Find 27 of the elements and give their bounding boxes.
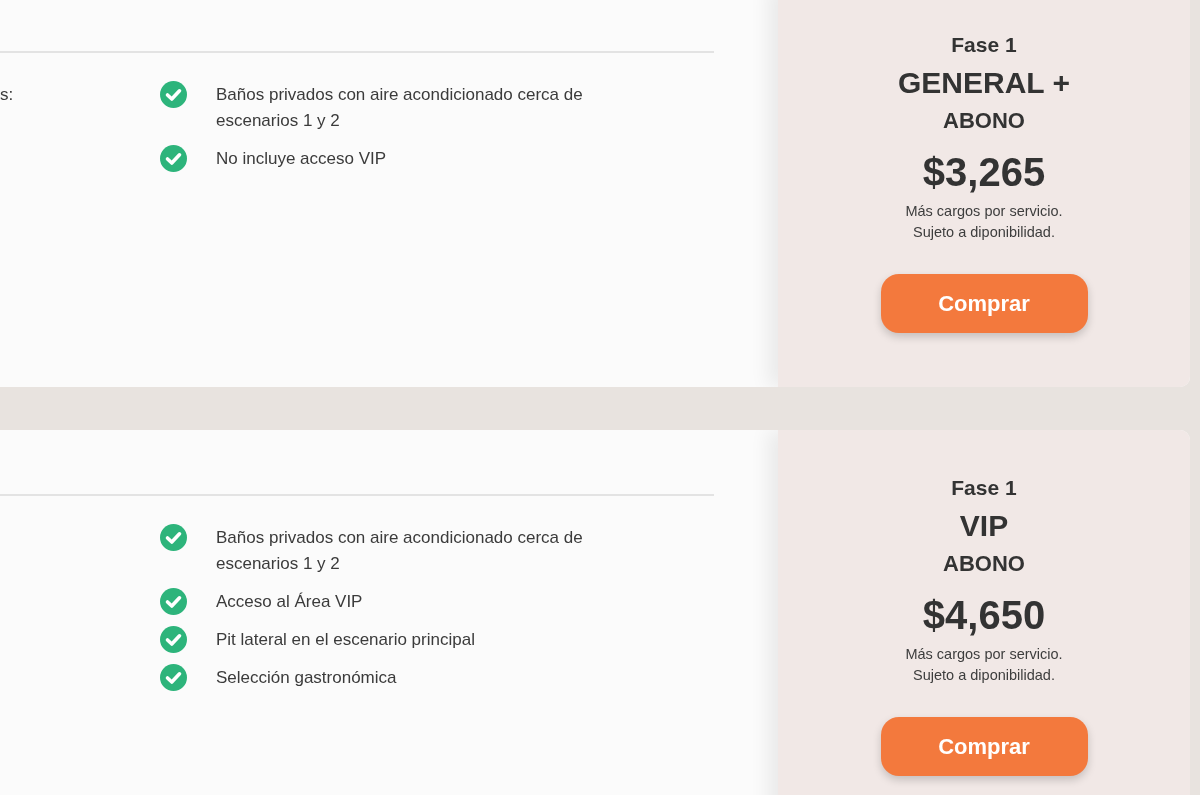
fee-note: Sujeto a diponibilidad.: [913, 666, 1055, 685]
benefits-label: s:: [0, 84, 14, 106]
price: $3,265: [922, 149, 1046, 195]
fee-note: Más cargos por servicio.: [905, 202, 1063, 221]
buy-button[interactable]: Comprar: [880, 274, 1088, 333]
ticket-name: VIP: [959, 508, 1009, 544]
feature-text: Acceso al Área VIP: [216, 591, 364, 613]
fee-note: Más cargos por servicio.: [905, 645, 1063, 664]
feature-text: Baños privados con aire acondicionado cerca de escenarios 1 y 2: [216, 527, 584, 575]
check-icon: [160, 588, 187, 615]
check-icon: [160, 626, 187, 653]
phase-label: Fase 1: [951, 32, 1017, 58]
price: $4,650: [922, 592, 1046, 638]
buy-button[interactable]: Comprar: [880, 717, 1088, 776]
check-icon: [160, 81, 187, 108]
ticket-type: ABONO: [943, 107, 1025, 135]
check-icon: [160, 664, 187, 691]
feature-text: Pit lateral en el escenario principal: [216, 629, 476, 651]
feature-text: Selección gastronómica: [216, 667, 398, 689]
feature-text: Baños privados con aire acondicionado cerca de escenarios 1 y 2: [216, 84, 584, 132]
fee-note: Sujeto a diponibilidad.: [913, 223, 1055, 242]
feature-text: No incluye acceso VIP: [216, 148, 388, 170]
ticket-name: GENERAL +: [898, 65, 1070, 101]
check-icon: [160, 524, 187, 551]
phase-label: Fase 1: [951, 475, 1017, 501]
ticket-type: ABONO: [943, 550, 1025, 578]
check-icon: [160, 145, 187, 172]
